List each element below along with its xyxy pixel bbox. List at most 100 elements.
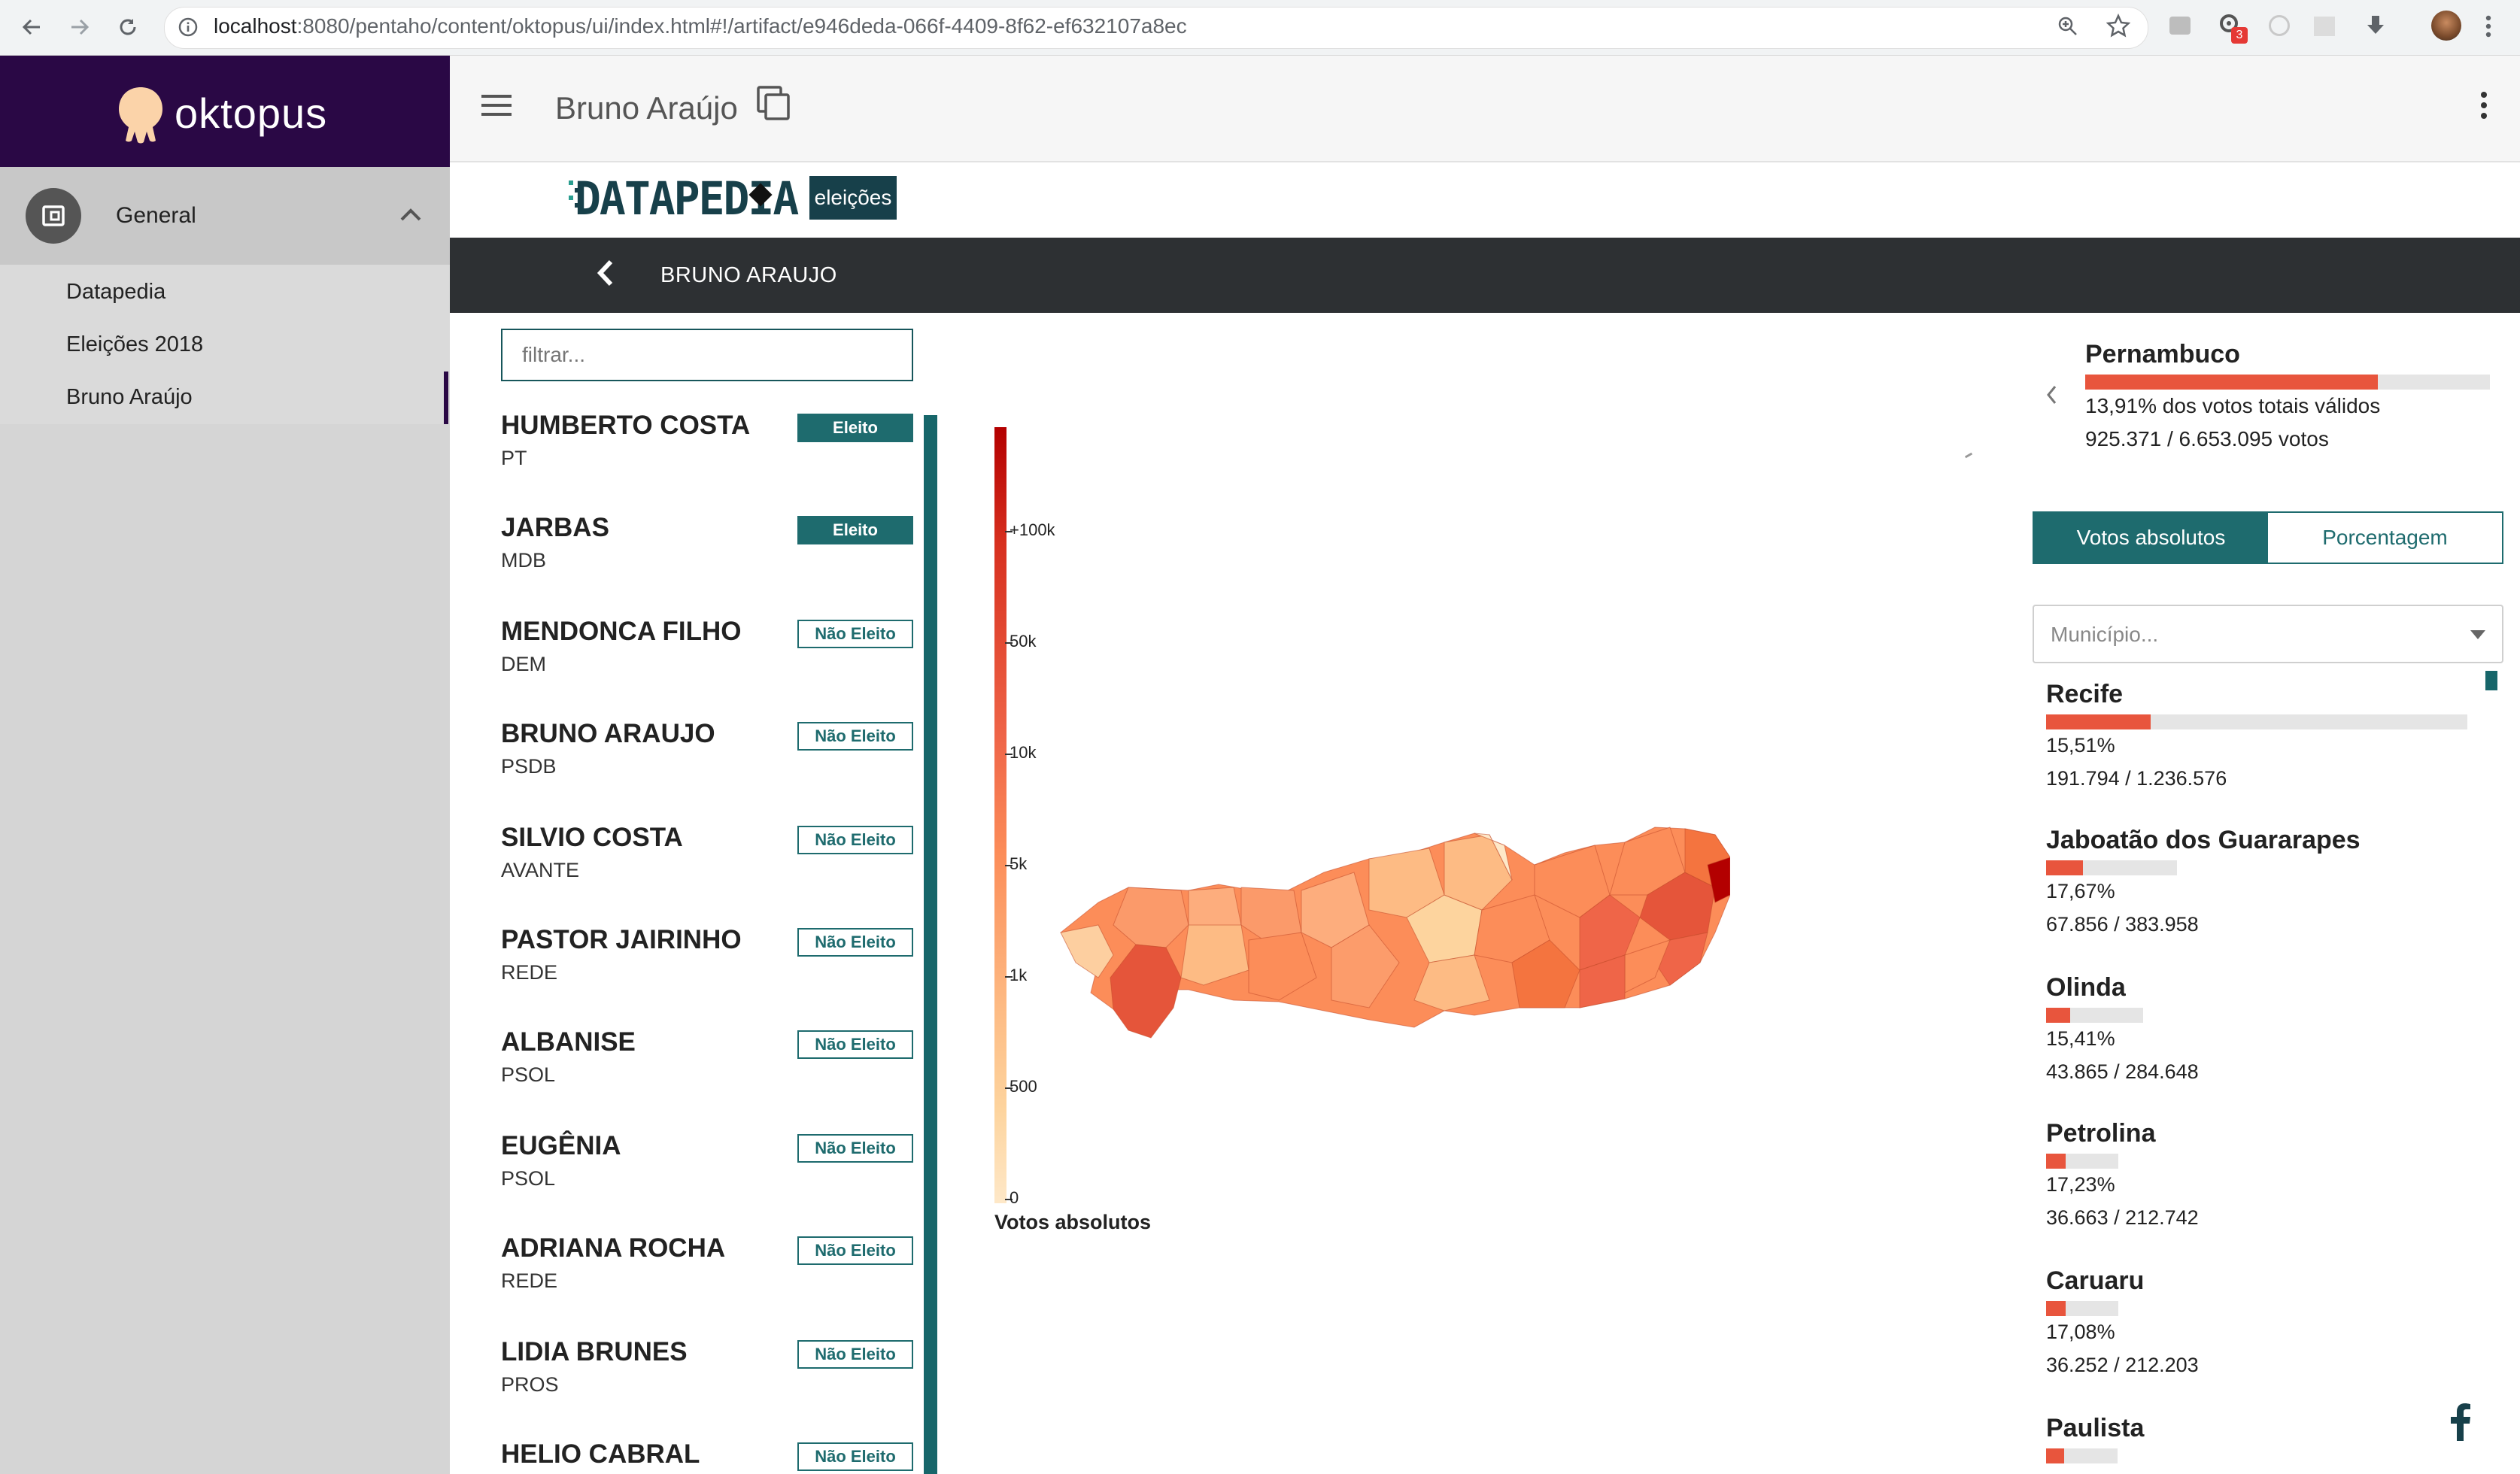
candidate-name: ALBANISE [501, 1027, 636, 1057]
state-name: Pernambuco [2085, 340, 2240, 368]
municipality-item[interactable]: Olinda 15,41% 43.865 / 284.648 [2046, 973, 2467, 1116]
sidebar-item-datapedia[interactable]: Datapedia [66, 280, 165, 305]
candidate-item[interactable]: SILVIO COSTA AVANTE Não Eleito [501, 823, 922, 920]
legend-title: Votos absolutos [994, 1211, 1152, 1233]
municipality-item[interactable]: Jaboatão dos Guararapes 17,67% 67.856 / … [2046, 826, 2467, 969]
extension-circle-icon[interactable] [2269, 15, 2290, 36]
choropleth-map[interactable] [1053, 812, 1730, 1053]
municipality-item[interactable]: Petrolina 17,23% 36.663 / 212.742 [2046, 1119, 2467, 1262]
status-badge: Não Eleito [797, 1030, 913, 1059]
candidate-header-title: BRUNO ARAUJO [660, 263, 837, 287]
candidate-item[interactable]: PASTOR JAIRINHO REDE Não Eleito [501, 925, 922, 1023]
info-icon[interactable] [178, 17, 199, 41]
facebook-icon[interactable] [2449, 1403, 2472, 1445]
status-badge: Não Eleito [797, 722, 913, 751]
browser-menu-icon[interactable] [2484, 14, 2493, 43]
candidate-item[interactable]: MENDONCA FILHO DEM Não Eleito [501, 617, 922, 714]
legend-tick-label: +100k [1010, 520, 1055, 539]
extension-icon[interactable] [2169, 17, 2191, 35]
candidate-item[interactable]: ALBANISE PSOL Não Eleito [501, 1027, 922, 1125]
municipality-item[interactable]: Paulista [2046, 1414, 2467, 1474]
legend-tick-label: 1k [1010, 966, 1028, 984]
candidate-name: LIDIA BRUNES [501, 1337, 688, 1366]
copy-icon[interactable] [755, 84, 793, 126]
candidate-party: PROS [501, 1373, 559, 1396]
legend-tick-label: 500 [1010, 1077, 1037, 1096]
candidate-item[interactable]: HUMBERTO COSTA PT Eleito [501, 411, 922, 508]
url-path: :8080/pentaho/content/oktopus/ui/index.h… [296, 14, 1187, 38]
tab-votos-absolutos[interactable]: Votos absolutos [2034, 513, 2268, 563]
municipality-percent: 15,41% [2046, 1027, 2115, 1050]
candidate-item[interactable]: LIDIA BRUNES PROS Não Eleito [501, 1337, 922, 1435]
wallet-icon [26, 188, 81, 244]
forward-arrow-icon[interactable] [63, 11, 96, 44]
star-icon[interactable] [2106, 13, 2131, 41]
more-vert-icon[interactable] [2479, 90, 2488, 124]
legend-tick-label: 10k [1010, 743, 1037, 762]
municipality-item[interactable]: Caruaru 17,08% 36.252 / 212.203 [2046, 1266, 2467, 1409]
municipality-share-bar [2046, 1154, 2066, 1169]
dropdown-caret-icon[interactable] [2470, 630, 2485, 639]
candidate-party: PSOL [501, 1063, 556, 1086]
status-badge: Eleito [797, 516, 913, 544]
status-badge: Não Eleito [797, 826, 913, 854]
candidate-name: EUGÊNIA [501, 1131, 621, 1160]
legend-tick-label: 5k [1010, 854, 1028, 873]
municipality-votes: 36.252 / 212.203 [2046, 1354, 2199, 1376]
chevron-up-icon[interactable] [399, 206, 423, 226]
municipality-item[interactable]: Recife 15,51% 191.794 / 1.236.576 [2046, 680, 2467, 823]
municipality-name: Jaboatão dos Guararapes [2046, 826, 2361, 854]
municipality-percent: 15,51% [2046, 734, 2115, 757]
sidebar-item-eleicoes-2018[interactable]: Eleições 2018 [66, 332, 203, 357]
sidebar-item-bruno-araujo[interactable]: Bruno Araújo [66, 385, 193, 410]
eleicoes-tag: eleições [809, 176, 897, 220]
candidate-item[interactable]: ADRIANA ROCHA REDE Não Eleito [501, 1233, 922, 1331]
candidate-name: HELIO CABRAL [501, 1439, 700, 1469]
candidate-party: DEM [501, 653, 546, 675]
chevron-left-icon[interactable] [2045, 384, 2060, 410]
candidate-party: REDE [501, 961, 558, 984]
map-reset-icon[interactable] [1964, 452, 1973, 459]
municipality-share-bar [2046, 860, 2083, 875]
filter-input[interactable] [501, 329, 913, 381]
candidate-party: PSOL [501, 1167, 556, 1190]
back-arrow-icon[interactable] [15, 11, 48, 44]
url-text[interactable]: localhost:8080/pentaho/content/oktopus/u… [214, 14, 1187, 38]
municipality-share-bar [2046, 1301, 2066, 1316]
candidate-list-scrollbar[interactable] [924, 415, 937, 1474]
candidate-party: AVANTE [501, 859, 580, 881]
profile-avatar[interactable] [2431, 11, 2461, 41]
municipality-votes: 36.663 / 212.742 [2046, 1206, 2199, 1229]
candidate-name: PASTOR JAIRINHO [501, 925, 742, 954]
candidate-item[interactable]: HELIO CABRAL Não Eleito [501, 1439, 922, 1474]
candidate-name: ADRIANA ROCHA [501, 1233, 726, 1263]
candidate-name: HUMBERTO COSTA [501, 411, 751, 440]
municipality-votes: 191.794 / 1.236.576 [2046, 767, 2227, 790]
zoom-icon[interactable] [2057, 15, 2079, 41]
status-badge: Eleito [797, 414, 913, 442]
candidate-item[interactable]: JARBAS MDB Eleito [501, 513, 922, 611]
tab-porcentagem[interactable]: Porcentagem [2268, 513, 2502, 563]
extension-square-icon[interactable] [2314, 17, 2335, 36]
candidate-name: JARBAS [501, 513, 609, 542]
octopus-logo-icon [113, 84, 169, 150]
status-badge: Não Eleito [797, 1134, 913, 1163]
municipality-percent: 17,67% [2046, 880, 2115, 902]
brand-name: oktopus [175, 89, 328, 137]
status-badge: Não Eleito [797, 928, 913, 957]
candidate-item[interactable]: EUGÊNIA PSOL Não Eleito [501, 1131, 922, 1229]
municipality-share-bar [2046, 1448, 2064, 1463]
candidate-item[interactable]: BRUNO ARAUJO PSDB Não Eleito [501, 719, 922, 817]
municipality-percent: 17,08% [2046, 1321, 2115, 1343]
municipality-name: Petrolina [2046, 1119, 2156, 1148]
download-icon[interactable] [2364, 14, 2388, 41]
candidate-party: REDE [501, 1269, 558, 1292]
municipio-list-scrollbar[interactable] [2485, 671, 2497, 690]
municipality-votes: 43.865 / 284.648 [2046, 1060, 2199, 1083]
status-badge: Não Eleito [797, 1442, 913, 1471]
back-chevron-icon[interactable] [596, 259, 615, 291]
reload-icon[interactable] [111, 11, 144, 44]
candidate-party: PSDB [501, 755, 557, 778]
hamburger-menu-icon[interactable] [481, 93, 512, 121]
state-votes-text: 925.371 / 6.653.095 votos [2085, 427, 2329, 450]
